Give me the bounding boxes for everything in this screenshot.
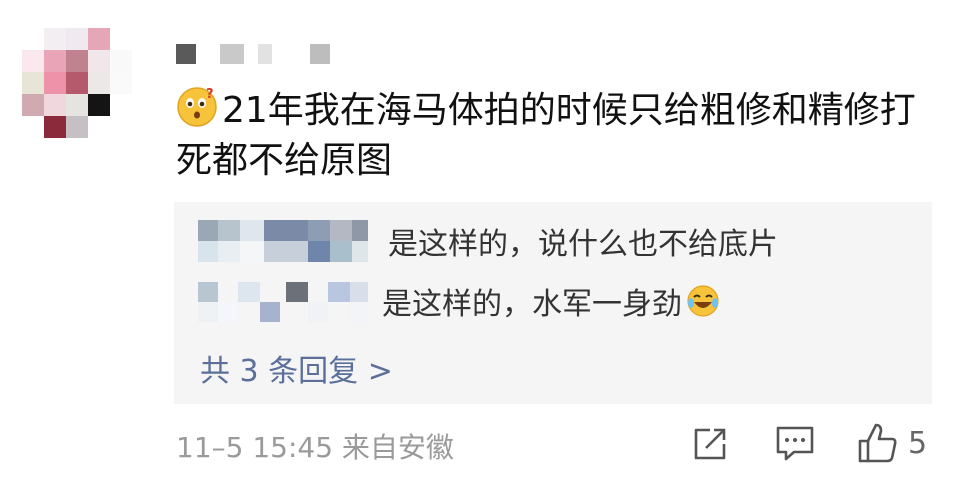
- avatar-pixel: [110, 116, 132, 138]
- avatar-pixel: [88, 116, 110, 138]
- avatar-pixel: [44, 28, 66, 50]
- comment-meta: 11–5 15:45 来自安徽: [176, 431, 454, 464]
- username-pixel: [310, 44, 330, 64]
- avatar-pixel: [110, 28, 132, 50]
- avatar-pixel: [88, 72, 110, 94]
- share-icon: [694, 428, 726, 460]
- avatar-pixel: [66, 28, 88, 50]
- avatar-pixel: [88, 28, 110, 50]
- avatar-pixel: [44, 116, 66, 138]
- svg-text:?: ?: [206, 87, 214, 102]
- reply-username-redacted: [198, 220, 368, 262]
- avatar-pixel: [22, 116, 44, 138]
- avatar-pixel: [44, 94, 66, 116]
- username-redacted[interactable]: [176, 44, 336, 64]
- avatar-pixel: [66, 94, 88, 116]
- username-pixel: [176, 44, 196, 64]
- avatar-pixel: [22, 94, 44, 116]
- avatar-pixel: [22, 28, 44, 50]
- reply-item[interactable]: 是这样的，说什么也不给底片: [198, 220, 778, 262]
- comment-button[interactable]: [774, 424, 816, 464]
- avatar-pixel: [88, 94, 110, 116]
- avatar-pixel: [110, 94, 132, 116]
- avatar[interactable]: [22, 28, 132, 138]
- avatar-pixel: [44, 72, 66, 94]
- username-pixel: [220, 44, 244, 64]
- thumbs-up-icon: [858, 423, 897, 463]
- like-button[interactable]: 5: [856, 420, 940, 466]
- avatar-pixel: [66, 116, 88, 138]
- wondering-face-icon: ?: [176, 86, 218, 128]
- username-pixel: [258, 44, 272, 64]
- avatar-pixel: [110, 72, 132, 94]
- comment-icon: [776, 426, 814, 461]
- avatar-pixel: [44, 50, 66, 72]
- avatar-pixel: [22, 50, 44, 72]
- share-button[interactable]: [690, 424, 730, 464]
- avatar-pixel: [66, 50, 88, 72]
- avatar-pixel: [110, 50, 132, 72]
- reply-item[interactable]: 是这样的，水军一身劲: [198, 280, 720, 322]
- avatar-pixel: [22, 72, 44, 94]
- reply-username-redacted: [198, 280, 378, 322]
- reply-text: 是这样的，水军一身劲: [382, 287, 682, 322]
- comment-text-content: 21年我在海马体拍的时候只给粗修和精修打死都不给原图: [176, 90, 916, 181]
- like-count: 5: [908, 425, 928, 461]
- reply-preview-box[interactable]: 是这样的，说什么也不给底片 是这样的，水军一身劲 共 3 条回复 >: [174, 202, 932, 404]
- more-replies-link[interactable]: 共 3 条回复 >: [200, 346, 393, 390]
- comment-text: ? 21年我在海马体拍的时候只给粗修和精修打死都不给原图: [176, 86, 936, 186]
- laughing-tears-icon: [686, 284, 720, 318]
- avatar-pixel: [66, 72, 88, 94]
- reply-text: 是这样的，说什么也不给底片: [388, 227, 778, 262]
- avatar-pixel: [88, 50, 110, 72]
